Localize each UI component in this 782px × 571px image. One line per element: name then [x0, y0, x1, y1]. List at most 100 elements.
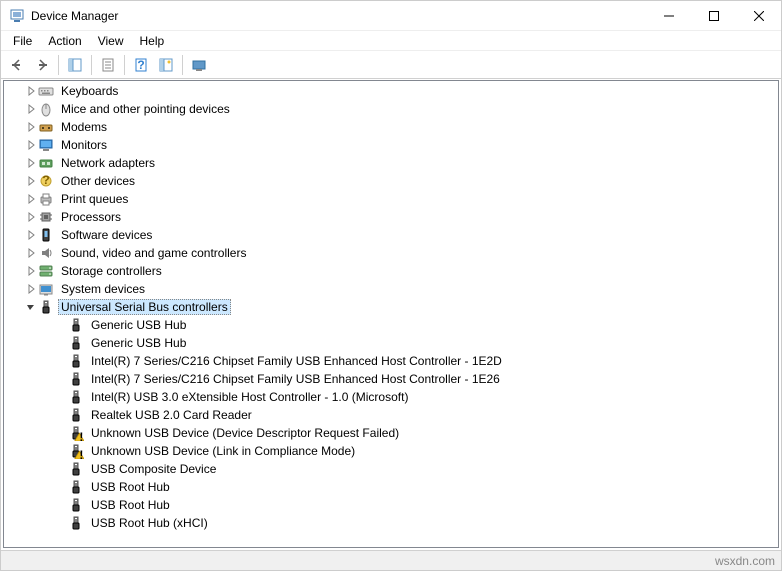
- usb-icon: [68, 461, 84, 477]
- tree-category[interactable]: Modems: [4, 118, 778, 136]
- close-button[interactable]: [736, 1, 781, 30]
- usb-icon: [68, 335, 84, 351]
- maximize-button[interactable]: [691, 1, 736, 30]
- titlebar: Device Manager: [1, 1, 781, 31]
- tree-label: Intel(R) USB 3.0 eXtensible Host Control…: [88, 389, 411, 405]
- menubar: File Action View Help: [1, 31, 781, 51]
- expander-icon[interactable]: [24, 138, 38, 152]
- properties-button[interactable]: [96, 53, 120, 77]
- tree-label: Monitors: [58, 137, 110, 153]
- tree-device[interactable]: Generic USB Hub: [4, 334, 778, 352]
- tree-label: Processors: [58, 209, 124, 225]
- usb-icon: [68, 515, 84, 531]
- status-bar: wsxdn.com: [1, 550, 781, 570]
- usb-icon-warning: [68, 443, 84, 459]
- expander-icon[interactable]: [24, 174, 38, 188]
- tree-label: Mice and other pointing devices: [58, 101, 233, 117]
- sound-icon: [38, 245, 54, 261]
- expander-icon[interactable]: [24, 84, 38, 98]
- system-icon: [38, 281, 54, 297]
- usb-icon: [68, 407, 84, 423]
- storage-icon: [38, 263, 54, 279]
- tree-label: Print queues: [58, 191, 131, 207]
- menu-action[interactable]: Action: [40, 32, 89, 50]
- network-icon: [38, 155, 54, 171]
- tree-device[interactable]: Unknown USB Device (Device Descriptor Re…: [4, 424, 778, 442]
- menu-file[interactable]: File: [5, 32, 40, 50]
- tree-category[interactable]: Keyboards: [4, 82, 778, 100]
- help-button[interactable]: ?: [129, 53, 153, 77]
- scan-hardware-button[interactable]: [154, 53, 178, 77]
- tree-device[interactable]: Unknown USB Device (Link in Compliance M…: [4, 442, 778, 460]
- expander-icon[interactable]: [24, 264, 38, 278]
- tree-label: Storage controllers: [58, 263, 165, 279]
- expander-icon[interactable]: [24, 210, 38, 224]
- tree-device[interactable]: USB Composite Device: [4, 460, 778, 478]
- tree-category[interactable]: Sound, video and game controllers: [4, 244, 778, 262]
- tree-category[interactable]: Universal Serial Bus controllers: [4, 298, 778, 316]
- software-icon: [38, 227, 54, 243]
- tree-device[interactable]: Generic USB Hub: [4, 316, 778, 334]
- toolbar-separator: [58, 55, 59, 75]
- toolbar-separator: [91, 55, 92, 75]
- tree-device[interactable]: Realtek USB 2.0 Card Reader: [4, 406, 778, 424]
- mouse-icon: [38, 101, 54, 117]
- modem-icon: [38, 119, 54, 135]
- usb-icon: [68, 371, 84, 387]
- forward-button[interactable]: [30, 53, 54, 77]
- tree-category[interactable]: Print queues: [4, 190, 778, 208]
- usb-icon: [68, 497, 84, 513]
- expander-icon[interactable]: [24, 120, 38, 134]
- app-icon: [9, 8, 25, 24]
- device-tree[interactable]: Keyboards Mice and other pointing devices…: [3, 80, 779, 548]
- tree-label: Unknown USB Device (Device Descriptor Re…: [88, 425, 402, 441]
- tree-device[interactable]: USB Root Hub: [4, 478, 778, 496]
- menu-help[interactable]: Help: [132, 32, 173, 50]
- tree-category[interactable]: Processors: [4, 208, 778, 226]
- tree-label: Network adapters: [58, 155, 158, 171]
- expander-icon[interactable]: [24, 192, 38, 206]
- expander-icon[interactable]: [24, 228, 38, 242]
- tree-category[interactable]: Mice and other pointing devices: [4, 100, 778, 118]
- menu-view[interactable]: View: [90, 32, 132, 50]
- tree-label: USB Root Hub: [88, 497, 173, 513]
- tree-category[interactable]: Other devices: [4, 172, 778, 190]
- toolbar-separator: [182, 55, 183, 75]
- tree-label: Universal Serial Bus controllers: [58, 299, 231, 315]
- show-hidden-devices-button[interactable]: [187, 53, 211, 77]
- tree-device[interactable]: Intel(R) 7 Series/C216 Chipset Family US…: [4, 370, 778, 388]
- tree-label: USB Root Hub: [88, 479, 173, 495]
- tree-category[interactable]: Network adapters: [4, 154, 778, 172]
- tree-device[interactable]: USB Root Hub (xHCI): [4, 514, 778, 532]
- expander-icon[interactable]: [24, 102, 38, 116]
- tree-device[interactable]: Intel(R) USB 3.0 eXtensible Host Control…: [4, 388, 778, 406]
- tree-label: Other devices: [58, 173, 138, 189]
- usb-icon-warning: [68, 425, 84, 441]
- tree-label: Generic USB Hub: [88, 317, 189, 333]
- tree-device[interactable]: USB Root Hub: [4, 496, 778, 514]
- expander-icon[interactable]: [24, 300, 38, 314]
- tree-category[interactable]: Software devices: [4, 226, 778, 244]
- watermark-text: wsxdn.com: [715, 554, 775, 568]
- usb-icon: [68, 479, 84, 495]
- tree-device[interactable]: Intel(R) 7 Series/C216 Chipset Family US…: [4, 352, 778, 370]
- tree-category[interactable]: System devices: [4, 280, 778, 298]
- tree-label: Software devices: [58, 227, 155, 243]
- toolbar: ?: [1, 51, 781, 79]
- tree-label: Sound, video and game controllers: [58, 245, 249, 261]
- expander-icon[interactable]: [24, 156, 38, 170]
- tree-label: Keyboards: [58, 83, 121, 99]
- tree-category[interactable]: Monitors: [4, 136, 778, 154]
- usb-icon: [38, 299, 54, 315]
- tree-category[interactable]: Storage controllers: [4, 262, 778, 280]
- minimize-button[interactable]: [646, 1, 691, 30]
- back-button[interactable]: [5, 53, 29, 77]
- expander-icon[interactable]: [24, 246, 38, 260]
- expander-icon[interactable]: [24, 282, 38, 296]
- cpu-icon: [38, 209, 54, 225]
- show-hide-console-tree-button[interactable]: [63, 53, 87, 77]
- tree-label: Modems: [58, 119, 110, 135]
- window-title: Device Manager: [31, 9, 646, 23]
- tree-label: System devices: [58, 281, 148, 297]
- monitor-icon: [38, 137, 54, 153]
